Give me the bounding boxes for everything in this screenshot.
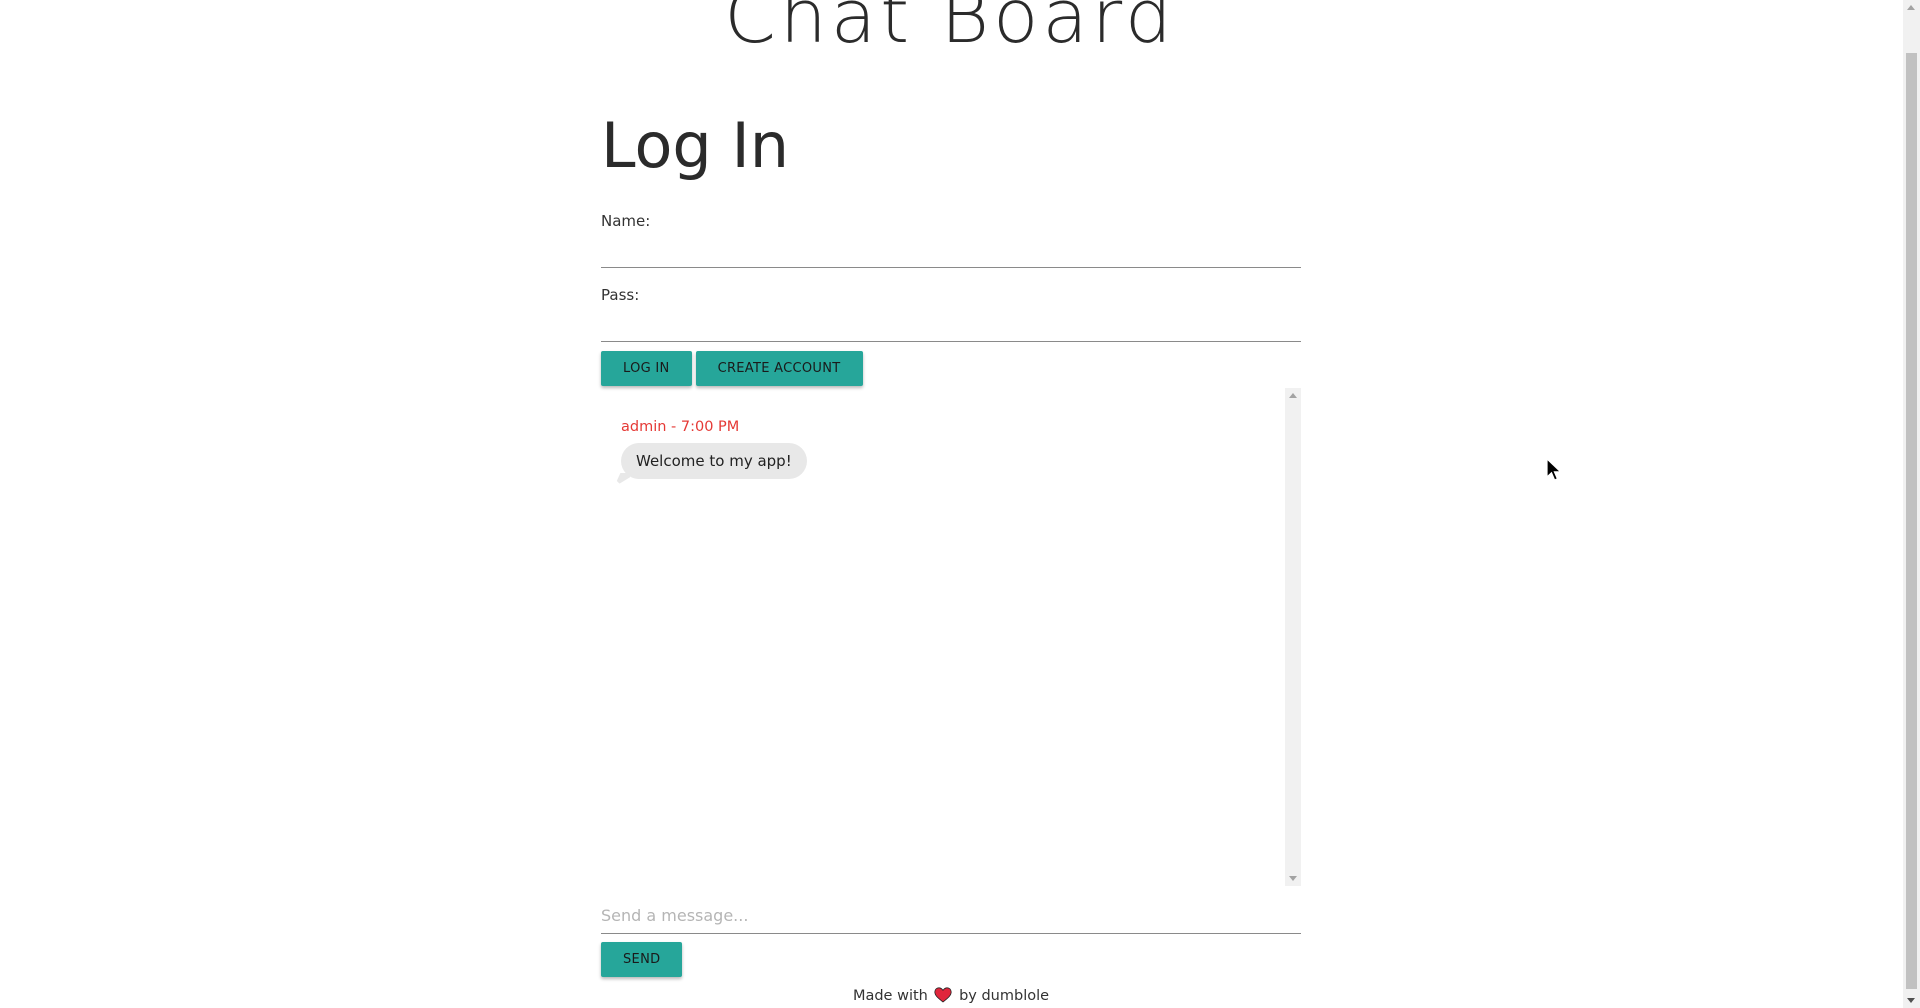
login-actions: LOG IN CREATE ACCOUNT bbox=[601, 351, 1301, 387]
bubble-tail bbox=[614, 473, 630, 487]
page-scroll-thumb[interactable] bbox=[1906, 53, 1917, 989]
pass-label: Pass: bbox=[601, 286, 640, 304]
message-input[interactable] bbox=[601, 898, 1301, 934]
footer-by: by dumblole bbox=[959, 988, 1050, 1004]
page: Chat Board Log In Name: Pass: LOG IN CRE… bbox=[0, 0, 1920, 1008]
app-title: Chat Board bbox=[724, 0, 1176, 60]
mouse-cursor-icon bbox=[1546, 457, 1564, 486]
create-account-button[interactable]: CREATE ACCOUNT bbox=[695, 351, 863, 386]
name-input[interactable] bbox=[601, 230, 1301, 268]
heart-icon bbox=[934, 987, 953, 1008]
message-text: Welcome to my app! bbox=[636, 452, 792, 470]
chat-scrollbar[interactable] bbox=[1285, 388, 1301, 886]
login-button[interactable]: LOG IN bbox=[601, 351, 692, 386]
scroll-up-arrow-icon[interactable] bbox=[1289, 393, 1297, 398]
chat-message: admin - 7:00 PM Welcome to my app! bbox=[614, 418, 807, 487]
page-scroll-down-icon[interactable] bbox=[1907, 998, 1915, 1003]
pass-input[interactable] bbox=[601, 304, 1301, 342]
message-bubble: Welcome to my app! bbox=[614, 443, 807, 487]
footer-made-with: Made with bbox=[852, 988, 928, 1004]
chat-log[interactable]: admin - 7:00 PM Welcome to my app! bbox=[601, 388, 1301, 886]
page-scroll-up-icon[interactable] bbox=[1907, 5, 1915, 10]
scroll-down-arrow-icon[interactable] bbox=[1289, 876, 1297, 881]
send-row: SEND bbox=[601, 942, 1301, 978]
login-heading: Log In bbox=[601, 109, 790, 182]
send-button[interactable]: SEND bbox=[601, 942, 683, 977]
footer: Made with by dumblole bbox=[0, 987, 1902, 1008]
name-label: Name: bbox=[601, 212, 651, 230]
message-meta: admin - 7:00 PM bbox=[621, 419, 740, 435]
page-scrollbar[interactable] bbox=[1903, 0, 1920, 1008]
main-content: Log In Name: Pass: LOG IN CREATE ACCOUNT… bbox=[601, 108, 1301, 978]
